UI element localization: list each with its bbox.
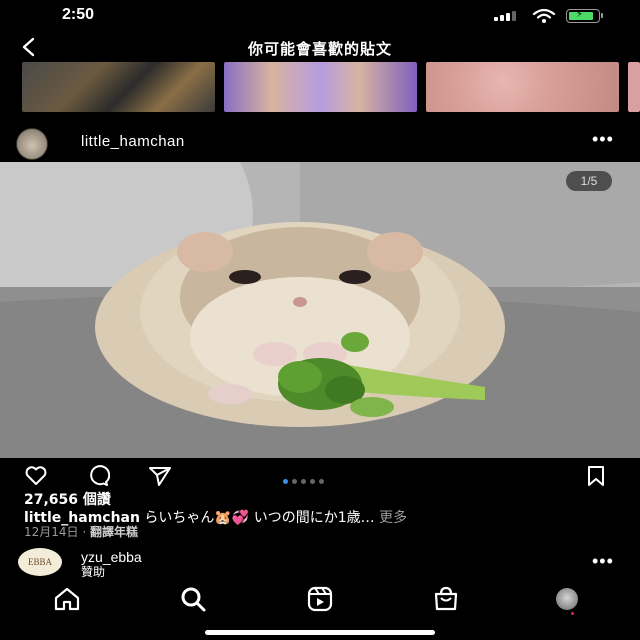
reels-icon[interactable]	[305, 584, 335, 614]
send-icon[interactable]	[148, 464, 172, 488]
post-username[interactable]: little_hamchan	[81, 133, 185, 150]
suggested-post-thumbnail[interactable]	[22, 62, 215, 112]
profile-tab-avatar[interactable]	[556, 588, 578, 610]
battery-icon: ⚡	[566, 9, 603, 23]
hamster-photo	[0, 162, 640, 458]
sponsored-label: 贊助	[81, 565, 106, 579]
image-counter-badge: 1/5	[566, 171, 612, 191]
translate-link[interactable]: 翻譯年糕	[90, 525, 138, 539]
notification-dot	[571, 612, 574, 615]
carousel-dot	[301, 479, 306, 484]
post-image[interactable]	[0, 162, 640, 458]
home-indicator[interactable]	[205, 630, 435, 635]
carousel-dot	[319, 479, 324, 484]
more-options-icon[interactable]: •••	[592, 552, 614, 570]
heart-icon[interactable]	[24, 464, 48, 488]
carousel-dot-active	[283, 479, 288, 484]
home-icon[interactable]	[52, 584, 82, 614]
bookmark-icon[interactable]	[584, 464, 608, 488]
shop-icon[interactable]	[431, 584, 461, 614]
comment-icon[interactable]	[86, 464, 110, 488]
cellular-signal-icon	[494, 11, 520, 21]
suggested-post-thumbnail[interactable]	[628, 62, 640, 112]
page-title: 你可能會喜歡的貼文	[247, 40, 392, 58]
suggested-post-thumbnail[interactable]	[224, 62, 417, 112]
caption-text: らいちゃん🐹💞 いつの間にか1歳…	[144, 510, 375, 526]
carousel-indicator	[283, 471, 328, 489]
wifi-icon	[532, 8, 556, 23]
more-options-icon[interactable]: •••	[592, 130, 614, 148]
carousel-dot	[310, 479, 315, 484]
search-icon[interactable]	[178, 584, 208, 614]
suggested-post-thumbnail[interactable]	[426, 62, 619, 112]
like-count[interactable]: 27,656 個讚	[24, 489, 111, 509]
carousel-dot	[292, 479, 297, 484]
caption-more-link[interactable]: 更多	[379, 510, 407, 526]
avatar[interactable]: EBBA	[18, 548, 62, 576]
status-time: 2:50	[62, 6, 95, 23]
post-date: 12月14日	[24, 525, 79, 539]
post-meta: 12月14日 · 翻譯年糕	[24, 523, 138, 540]
meta-separator: ·	[82, 525, 87, 539]
avatar[interactable]	[16, 128, 48, 160]
